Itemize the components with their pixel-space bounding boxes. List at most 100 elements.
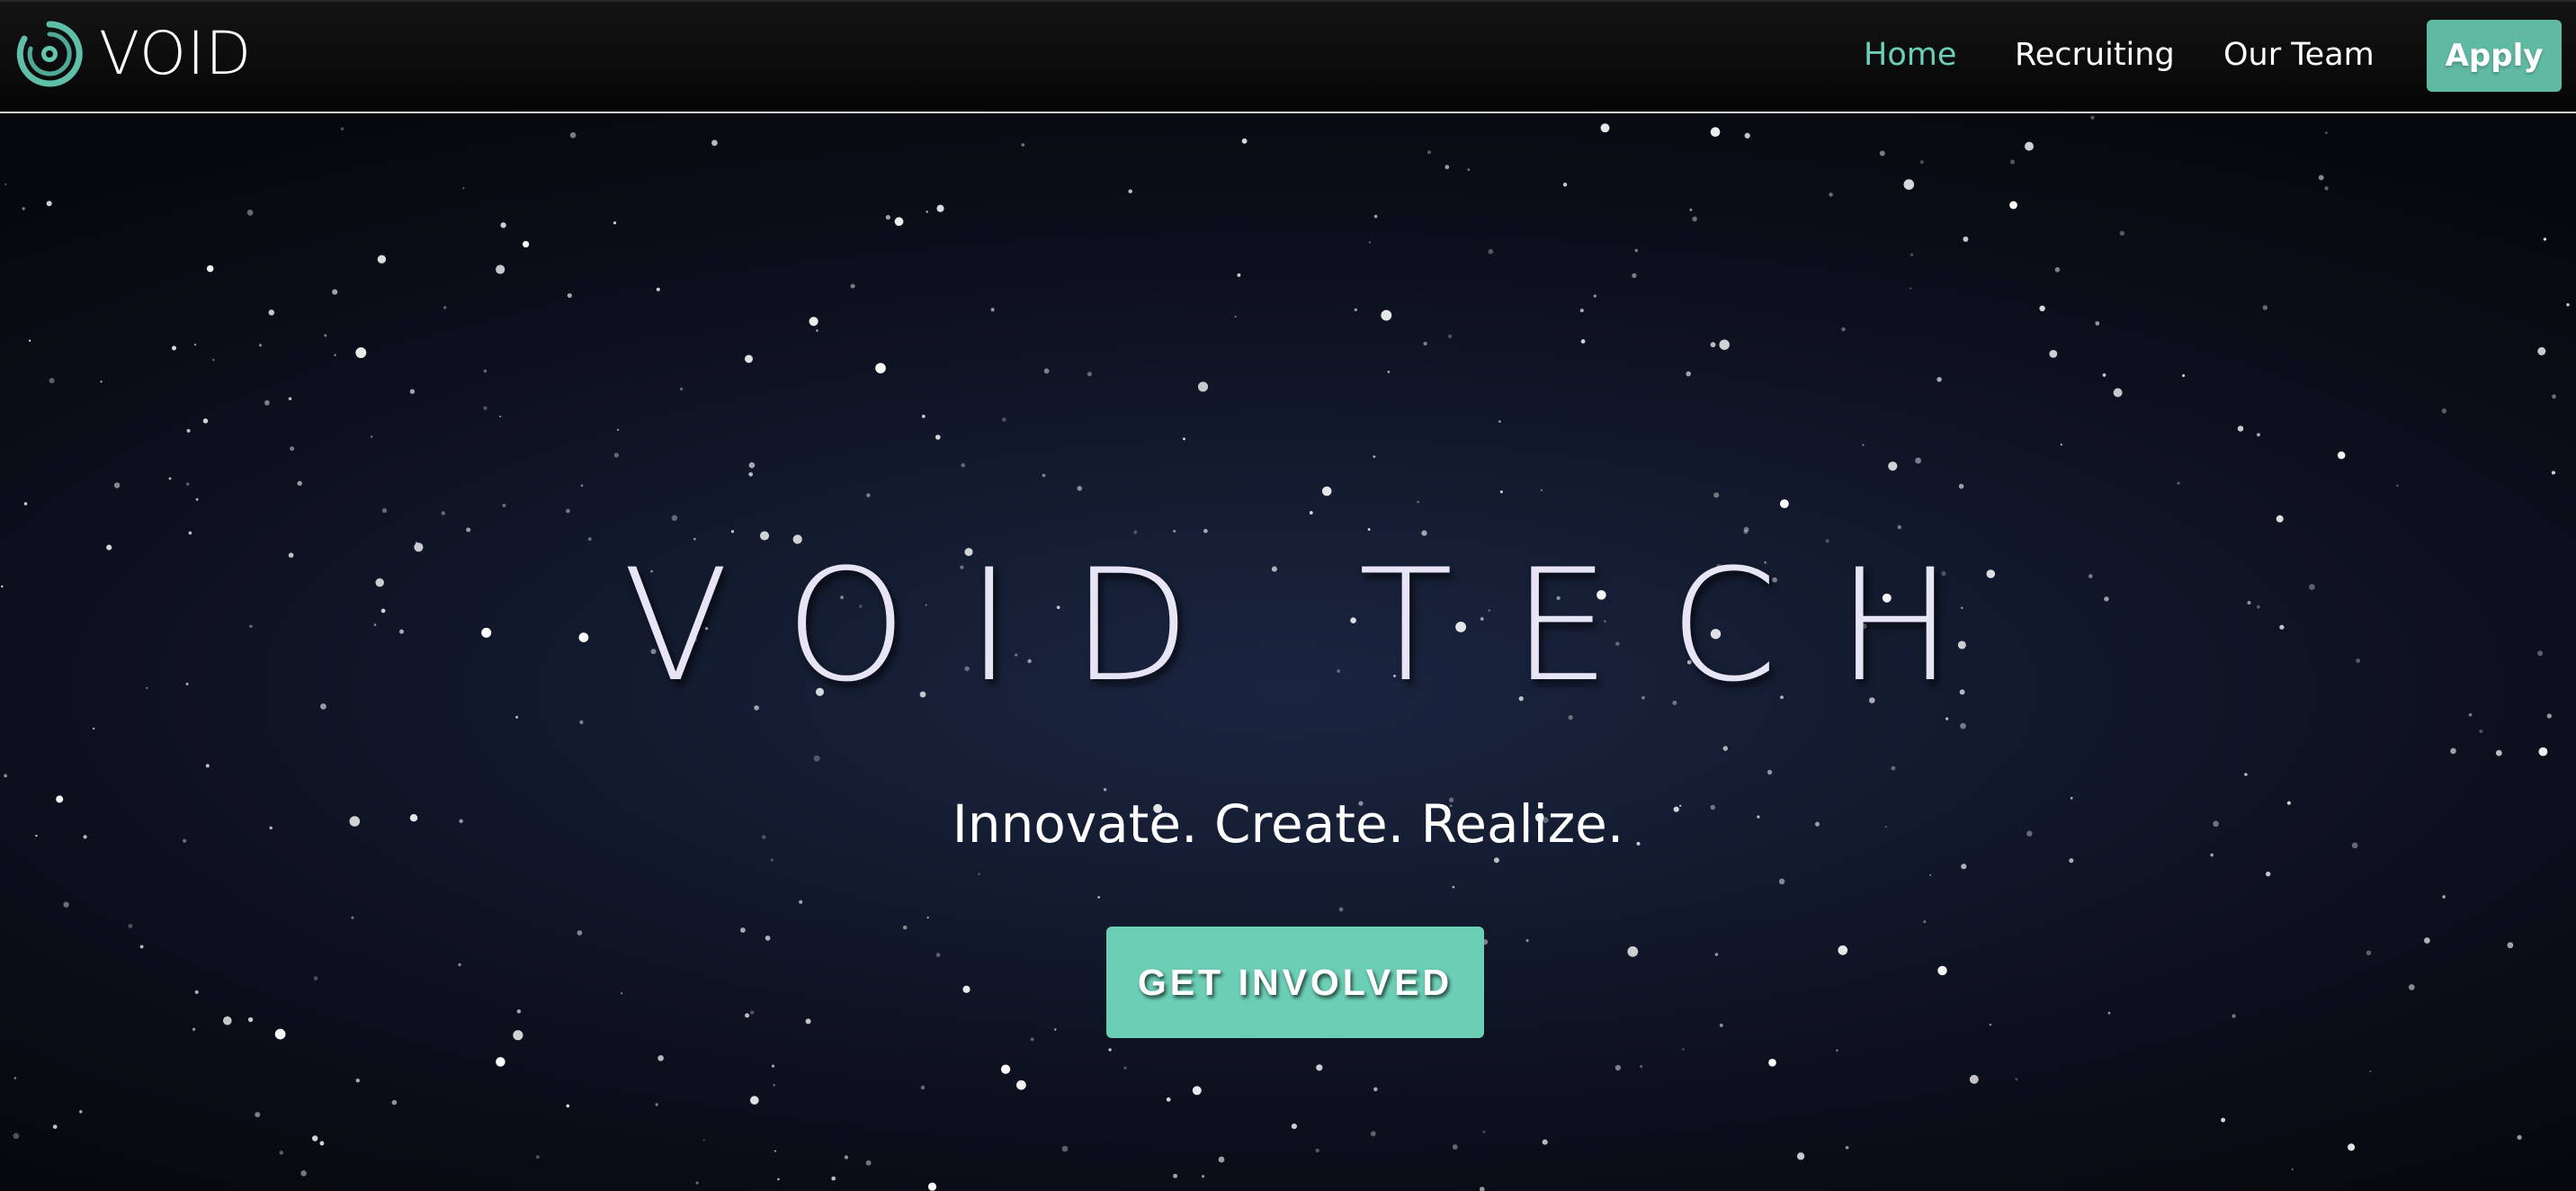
star bbox=[28, 339, 31, 343]
star bbox=[4, 183, 7, 186]
top-navbar: VOID Home Recruiting Our Team Apply bbox=[0, 0, 2576, 113]
star bbox=[1689, 208, 1693, 211]
star bbox=[515, 715, 519, 719]
logo[interactable]: VOID bbox=[16, 20, 252, 88]
star bbox=[319, 1141, 325, 1146]
star bbox=[1767, 769, 1773, 775]
star bbox=[730, 530, 735, 533]
star bbox=[1338, 907, 1344, 912]
star bbox=[894, 217, 904, 227]
star bbox=[1077, 486, 1083, 491]
star bbox=[1192, 1086, 1202, 1096]
star bbox=[1183, 437, 1185, 441]
star bbox=[2009, 159, 2016, 165]
star bbox=[49, 378, 55, 384]
star bbox=[1903, 179, 1915, 190]
star bbox=[52, 1124, 58, 1129]
star bbox=[1897, 524, 1902, 530]
star bbox=[377, 255, 387, 264]
star bbox=[2424, 937, 2430, 944]
star bbox=[921, 415, 926, 418]
star bbox=[1373, 214, 1378, 219]
apply-button[interactable]: Apply bbox=[2427, 20, 2562, 92]
star bbox=[2090, 115, 2095, 120]
star bbox=[2507, 942, 2514, 949]
star bbox=[332, 289, 338, 295]
star bbox=[613, 452, 620, 458]
get-involved-button[interactable]: GET INVOLVED bbox=[1106, 927, 1484, 1038]
star bbox=[202, 418, 209, 424]
star bbox=[1829, 193, 1833, 197]
star bbox=[2543, 237, 2547, 241]
star bbox=[223, 1016, 232, 1025]
star bbox=[2538, 747, 2548, 757]
star bbox=[702, 1139, 705, 1142]
nav-home-link[interactable]: Home bbox=[1864, 32, 1956, 77]
star bbox=[1427, 150, 1431, 155]
star bbox=[1686, 371, 1692, 377]
star bbox=[875, 363, 886, 374]
star bbox=[748, 461, 756, 469]
star bbox=[1203, 528, 1208, 533]
star bbox=[13, 1077, 17, 1079]
star bbox=[1417, 500, 1419, 504]
star bbox=[1234, 316, 1237, 318]
star bbox=[711, 139, 718, 147]
star bbox=[2366, 950, 2372, 956]
star bbox=[195, 497, 199, 501]
star bbox=[113, 482, 121, 488]
star bbox=[139, 945, 144, 949]
star bbox=[1291, 1124, 1297, 1130]
star bbox=[193, 344, 196, 346]
star bbox=[831, 1176, 836, 1181]
star bbox=[927, 1182, 937, 1191]
logo-text: VOID bbox=[99, 19, 253, 88]
star bbox=[935, 953, 941, 957]
star bbox=[290, 446, 295, 452]
star bbox=[926, 916, 929, 919]
star bbox=[1123, 1066, 1127, 1070]
nav-recruiting-link[interactable]: Recruiting bbox=[2015, 32, 2175, 77]
star bbox=[1719, 1023, 1723, 1027]
star bbox=[172, 345, 176, 351]
star bbox=[313, 976, 318, 981]
star bbox=[2396, 484, 2399, 488]
star bbox=[813, 755, 820, 762]
star bbox=[745, 1013, 750, 1018]
star bbox=[1540, 488, 1543, 492]
star bbox=[4, 774, 7, 778]
star bbox=[391, 1099, 398, 1106]
star bbox=[355, 1079, 360, 1083]
star bbox=[255, 1112, 261, 1118]
star bbox=[2442, 895, 2446, 899]
star bbox=[2257, 433, 2260, 437]
star bbox=[1202, 1175, 1205, 1178]
star bbox=[1315, 1148, 1319, 1153]
star bbox=[1778, 878, 1785, 885]
star bbox=[1030, 1037, 1034, 1042]
star bbox=[2102, 373, 2106, 377]
star bbox=[300, 1170, 307, 1177]
star bbox=[2291, 1168, 2294, 1171]
star bbox=[2408, 984, 2415, 990]
star bbox=[1936, 377, 1942, 382]
star bbox=[2348, 1143, 2356, 1151]
nav-our-team-link[interactable]: Our Team bbox=[2223, 32, 2375, 77]
star bbox=[1915, 457, 1921, 464]
star bbox=[569, 131, 577, 139]
star bbox=[535, 1155, 540, 1160]
hero-subtitle: Innovate. Create. Realize. bbox=[952, 793, 1624, 855]
star bbox=[1309, 511, 1313, 515]
star bbox=[1929, 873, 1932, 876]
star bbox=[1768, 1058, 1776, 1067]
star bbox=[1054, 1028, 1057, 1031]
star bbox=[777, 1178, 780, 1181]
star bbox=[865, 1160, 872, 1166]
star bbox=[740, 927, 746, 933]
star bbox=[1542, 1139, 1548, 1145]
star bbox=[100, 381, 103, 383]
star bbox=[334, 354, 336, 356]
star bbox=[1166, 1097, 1171, 1102]
star bbox=[1963, 236, 1969, 242]
star bbox=[1719, 339, 1730, 350]
